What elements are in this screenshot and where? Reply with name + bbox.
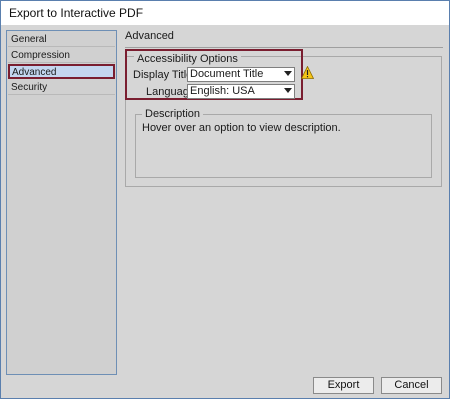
category-item-security[interactable]: Security: [8, 80, 115, 95]
category-list: General Compression Advanced Security: [6, 30, 117, 375]
category-item-compression[interactable]: Compression: [8, 48, 115, 63]
chevron-down-icon: [284, 88, 292, 93]
panel-title: Advanced: [125, 30, 443, 48]
description-group: Description Hover over an option to view…: [135, 108, 432, 178]
chevron-down-icon: [284, 71, 292, 76]
warning-triangle-icon: [300, 65, 315, 79]
accessibility-legend: Accessibility Options: [134, 53, 241, 65]
language-value: English: USA: [190, 85, 255, 97]
cancel-button[interactable]: Cancel: [381, 377, 442, 394]
dialog-body: General Compression Advanced Security Ad…: [1, 25, 449, 398]
export-dialog: Export to Interactive PDF General Compre…: [0, 0, 450, 399]
description-text: Hover over an option to view description…: [142, 122, 341, 134]
display-title-select[interactable]: Document Title: [187, 67, 295, 82]
window-title: Export to Interactive PDF: [1, 1, 449, 25]
display-title-value: Document Title: [190, 68, 264, 80]
export-button[interactable]: Export: [313, 377, 374, 394]
category-item-advanced[interactable]: Advanced: [8, 64, 115, 79]
language-select[interactable]: English: USA: [187, 84, 295, 99]
display-title-label: Display Title:: [133, 69, 196, 81]
description-legend: Description: [142, 108, 204, 120]
category-item-general[interactable]: General: [8, 32, 115, 47]
